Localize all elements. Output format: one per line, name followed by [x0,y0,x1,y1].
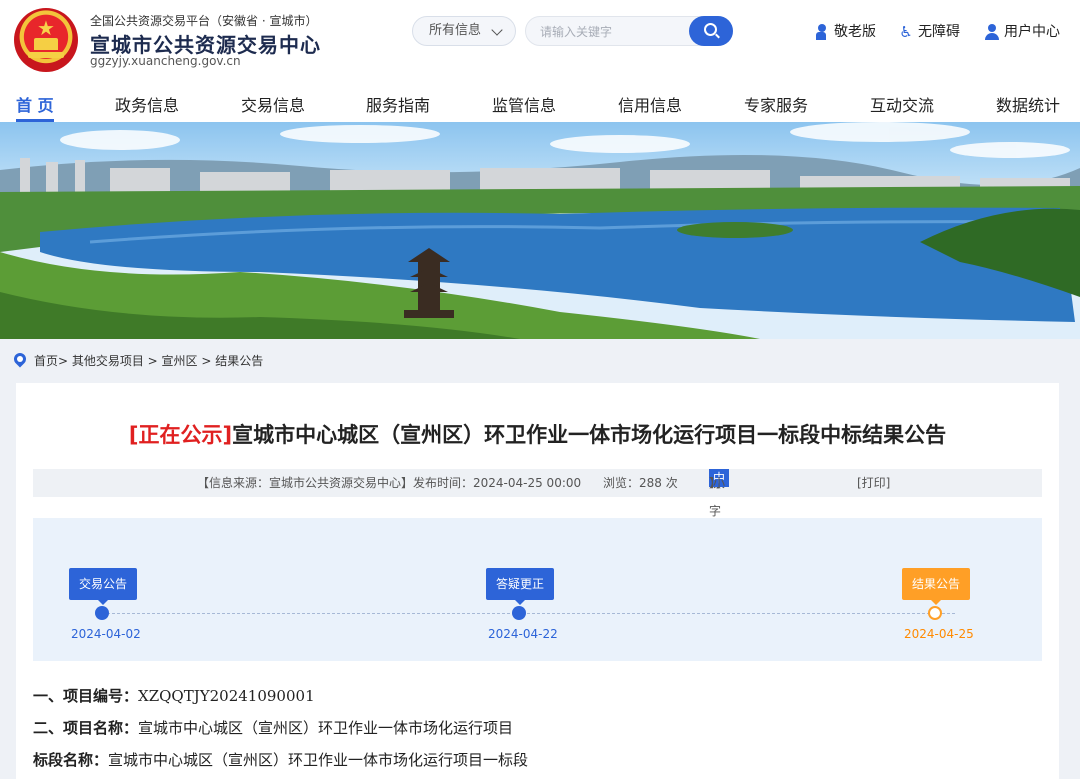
nav-statistics[interactable]: 数据统计 [996,92,1060,116]
stage-date: 2024-04-25 [904,627,974,641]
project-number-line: 一、项目编号：XZQQTJY20241090001 [33,687,315,705]
nav-supervision-info[interactable]: 监管信息 [492,92,556,116]
article-views: 浏览：288 次 [603,476,678,490]
accessibility-link[interactable]: ♿ 无障碍 [898,22,960,42]
section-name-line: 标段名称：宣城市中心城区（宣州区）环卫作业一体市场化运行项目一标段 [33,751,529,769]
search-scope-value: 所有信息 [429,23,482,38]
platform-name: 全国公共资源交易平台（安徽省 · 宣城市） [90,14,318,28]
elder-icon [814,24,830,40]
article-title-text: 宣城市中心城区（宣州区）环卫作业一体市场化运行项目一标段中标结果公告 [232,423,947,447]
print-link[interactable]: [打印] [857,469,890,497]
nav-service-guide[interactable]: 服务指南 [366,92,430,116]
search-input[interactable] [540,23,690,41]
timeline-line [102,613,955,614]
stage-dot [95,606,109,620]
stage-dot [512,606,526,620]
nav-government-info[interactable]: 政务信息 [115,92,179,116]
project-name-line: 二、项目名称：宣城市中心城区（宣州区）环卫作业一体市场化运行项目 [33,719,514,737]
process-timeline: 交易公告 2024-04-02 答疑更正 2024-04-22 结果公告 202… [33,518,1042,661]
chevron-down-icon [491,24,503,36]
nav-home[interactable]: 首 页 [16,92,54,122]
city-banner-image [0,122,1080,339]
user-center-link[interactable]: 用户中心 [984,22,1060,42]
nav-expert-service[interactable]: 专家服务 [744,92,808,116]
user-icon [984,24,1000,40]
article-card: [正在公示]宣城市中心城区（宣州区）环卫作业一体市场化运行项目一标段中标结果公告… [16,383,1059,779]
location-pin-icon [11,350,29,368]
site-header: ★ 全国公共资源交易平台（安徽省 · 宣城市） 宣城市公共资源交易中心 ggzy… [0,0,1080,122]
article-meta-bar: 【信息来源：宣城市公共资源交易中心】发布时间：2024-04-25 00:00 … [33,469,1042,546]
search-scope-select[interactable]: 所有信息 [412,16,516,46]
search-button[interactable] [689,16,733,46]
elder-mode-link[interactable]: 敬老版 [814,22,876,42]
search-box [525,16,733,46]
main-nav: 首 页 政务信息 交易信息 服务指南 监管信息 信用信息 专家服务 互动交流 数… [0,84,1080,122]
stage-date: 2024-04-22 [488,627,558,641]
nav-trade-info[interactable]: 交易信息 [241,92,305,116]
stage-result-notice-button[interactable]: 结果公告 [902,568,971,605]
status-flag: [正在公示] [128,423,233,447]
section-name: 宣城市中心城区（宣州区）环卫作业一体市场化运行项目一标段 [108,751,529,769]
article-title: [正在公示]宣城市中心城区（宣州区）环卫作业一体市场化运行项目一标段中标结果公告 [16,419,1059,449]
national-emblem-logo[interactable]: ★ [14,8,78,72]
site-domain: ggzyjy.xuancheng.gov.cn [90,54,241,68]
stage-dot-current [928,606,942,620]
nav-interaction[interactable]: 互动交流 [870,92,934,116]
nav-credit-info[interactable]: 信用信息 [618,92,682,116]
stage-date: 2024-04-02 [71,627,141,641]
article-source-time: 【信息来源：宣城市公共资源交易中心】发布时间：2024-04-25 00:00 [197,476,582,490]
breadcrumb-path[interactable]: 首页> 其他交易项目 > 宣州区 > 结果公告 [34,354,263,368]
breadcrumb: 首页> 其他交易项目 > 宣州区 > 结果公告 [11,350,263,370]
accessibility-icon: ♿ [899,23,913,41]
project-name: 宣城市中心城区（宣州区）环卫作业一体市场化运行项目 [138,719,514,737]
project-number: XZQQTJY20241090001 [138,687,315,705]
stage-qa-correction-button[interactable]: 答疑更正 [486,568,555,605]
stage-trade-notice-button[interactable]: 交易公告 [69,568,138,605]
